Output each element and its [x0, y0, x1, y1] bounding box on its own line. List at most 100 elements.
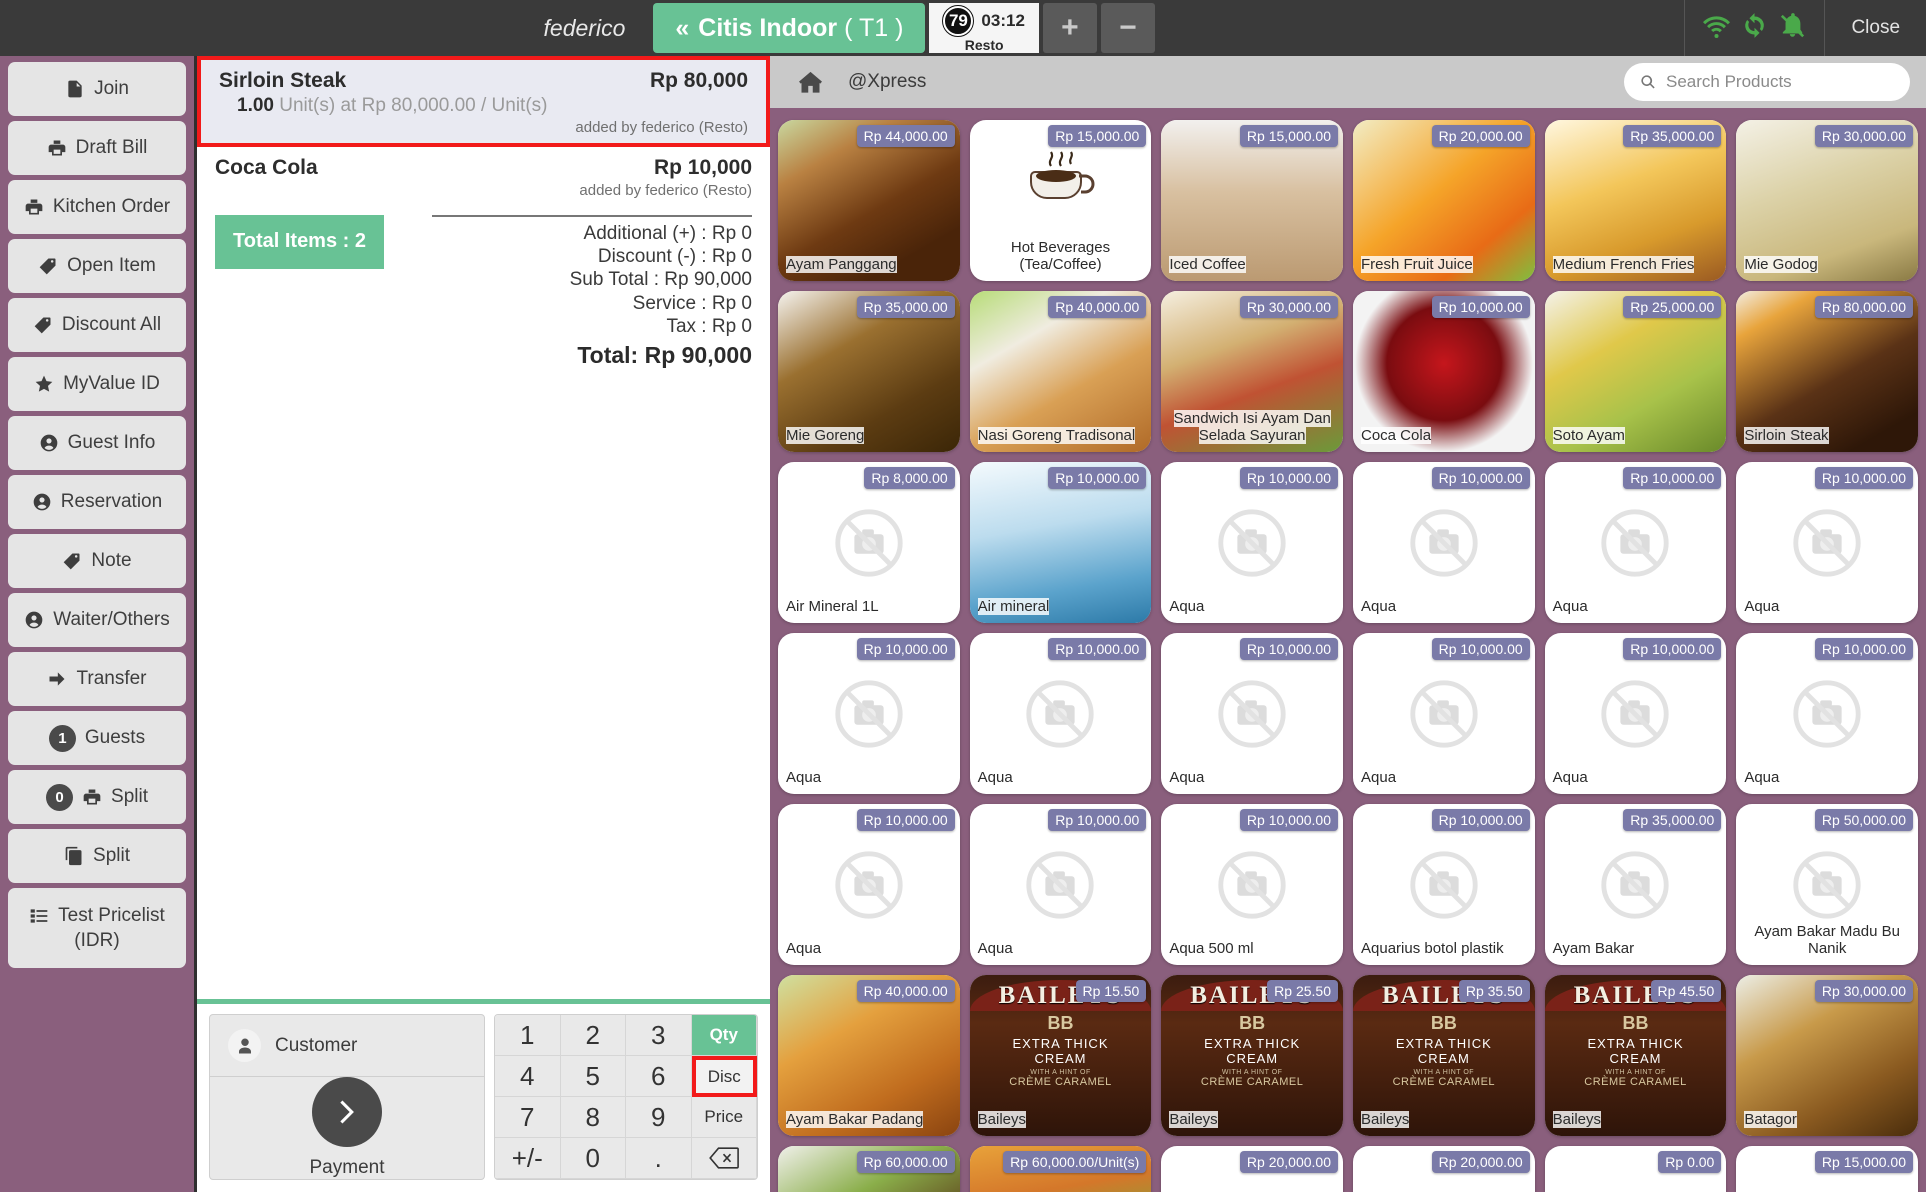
- key-1[interactable]: 1: [495, 1015, 561, 1056]
- product-tile[interactable]: Rp 15,000.00 Iced Coffee: [1161, 120, 1343, 281]
- product-tile[interactable]: Rp 10,000.00 Aqua: [1544, 633, 1727, 794]
- customer-button[interactable]: Customer: [210, 1015, 484, 1077]
- product-tile[interactable]: Rp 10,000.00 Aqua 500 ml: [1161, 804, 1343, 965]
- product-tile[interactable]: Rp 35,000.00 Medium French Fries: [1544, 120, 1727, 281]
- product-tile[interactable]: Rp 60,000.00/Unit(s): [969, 1146, 1152, 1192]
- bell-muted-icon[interactable]: [1779, 12, 1806, 44]
- payment-button[interactable]: Payment: [210, 1077, 484, 1179]
- order-line-item[interactable]: Coca Cola Rp 10,000 added by federico (R…: [197, 147, 770, 206]
- product-tile[interactable]: Rp 10,000.00 Aqua: [1353, 462, 1535, 623]
- remove-order-button[interactable]: −: [1100, 3, 1155, 53]
- key-8[interactable]: 8: [560, 1097, 626, 1138]
- sidebar-item-label: Join: [94, 78, 129, 99]
- breadcrumb[interactable]: @Xpress: [848, 71, 926, 93]
- product-price-badge: Rp 80,000.00: [1814, 296, 1913, 318]
- product-tile[interactable]: Rp 30,000.00 Mie Godog: [1736, 120, 1918, 281]
- product-tile[interactable]: Rp 10,000.00 Aqua: [1736, 462, 1918, 623]
- product-tile[interactable]: Rp 10,000.00 Aqua: [1544, 462, 1727, 623]
- product-price-badge: Rp 30,000.00: [1239, 296, 1338, 318]
- close-button[interactable]: Close: [1824, 0, 1926, 56]
- product-tile[interactable]: Rp 10,000.00 Aqua: [778, 804, 960, 965]
- summary-discount: Discount (-) : Rp 0: [597, 246, 752, 268]
- key-decimal[interactable]: .: [626, 1138, 692, 1179]
- product-tile[interactable]: Rp 50,000.00 Ayam Bakar Madu Bu Nanik: [1736, 804, 1918, 965]
- product-tile[interactable]: Rp 30,000.00 Batagor: [1736, 975, 1918, 1136]
- key-qty[interactable]: Qty: [691, 1015, 757, 1056]
- sync-icon[interactable]: [1741, 12, 1768, 44]
- sidebar-item-split[interactable]: Split: [8, 829, 186, 883]
- sidebar-item-draft-bill[interactable]: Draft Bill: [8, 121, 186, 175]
- key-7[interactable]: 7: [495, 1097, 561, 1138]
- product-tile[interactable]: Rp 20,000.00: [1161, 1146, 1343, 1192]
- product-tile[interactable]: Rp 80,000.00 Sirloin Steak: [1736, 291, 1918, 452]
- product-tile[interactable]: Rp 35,000.00 Ayam Bakar: [1544, 804, 1727, 965]
- key-disc[interactable]: Disc: [691, 1056, 757, 1097]
- sidebar-item-guests[interactable]: 1 Guests: [8, 711, 186, 765]
- product-tile[interactable]: Rp 10,000.00 Aquarius botol plastik: [1353, 804, 1535, 965]
- sidebar-item-bill[interactable]: 0 Split: [8, 770, 186, 824]
- sidebar-item-discount-all[interactable]: Discount All: [8, 298, 186, 352]
- product-tile[interactable]: Rp 8,000.00 Air Mineral 1L: [778, 462, 960, 623]
- wifi-icon[interactable]: [1703, 12, 1731, 44]
- key-plus-minus[interactable]: +/-: [495, 1138, 561, 1179]
- product-tile[interactable]: BAILEYS BB EXTRA THICK CREAM WITH A HINT OF C…: [1544, 975, 1727, 1136]
- key-4[interactable]: 4: [495, 1056, 561, 1097]
- product-tile[interactable]: Rp 60,000.00: [778, 1146, 960, 1192]
- product-tile[interactable]: Rp 20,000.00 Fresh Fruit Juice: [1353, 120, 1535, 281]
- order-panel: Sirloin Steak Rp 80,000 1.00 Unit(s) at …: [194, 56, 770, 1192]
- product-name-label: Aqua: [977, 940, 1013, 958]
- sidebar-item-reservation[interactable]: Reservation: [8, 475, 186, 529]
- no-image-icon: [1596, 675, 1674, 753]
- product-tile[interactable]: Rp 10,000.00 Aqua: [1736, 633, 1918, 794]
- product-tile[interactable]: Rp 10,000.00 Aqua: [778, 633, 960, 794]
- product-tile[interactable]: Rp 10,000.00 Aqua: [1161, 633, 1343, 794]
- product-tile[interactable]: Rp 10,000.00 Aqua: [969, 804, 1152, 965]
- product-tile[interactable]: BAILEYS BB EXTRA THICK CREAM WITH A HINT OF C…: [1353, 975, 1535, 1136]
- product-tile[interactable]: BAILEYS BB EXTRA THICK CREAM WITH A HINT OF C…: [969, 975, 1152, 1136]
- add-order-button[interactable]: +: [1042, 3, 1097, 53]
- product-name-label: Hot Beverages (Tea/Coffee): [1010, 239, 1111, 274]
- key-3[interactable]: 3: [626, 1015, 692, 1056]
- key-5[interactable]: 5: [560, 1056, 626, 1097]
- product-tile[interactable]: Rp 15,000.00: [1736, 1146, 1918, 1192]
- search-placeholder: Search Products: [1666, 72, 1792, 91]
- sidebar-item-myvalue-id[interactable]: MyValue ID: [8, 357, 186, 411]
- key-backspace[interactable]: [691, 1138, 757, 1179]
- sidebar-item-note[interactable]: Note: [8, 534, 186, 588]
- product-tile[interactable]: Rp 10,000.00 Air mineral: [969, 462, 1152, 623]
- key-0[interactable]: 0: [560, 1138, 626, 1179]
- sidebar-item-kitchen-order[interactable]: Kitchen Order: [8, 180, 186, 234]
- product-tile[interactable]: Rp 25,000.00 Soto Ayam: [1544, 291, 1727, 452]
- product-tile[interactable]: BAILEYS BB EXTRA THICK CREAM WITH A HINT OF C…: [1161, 975, 1343, 1136]
- search-input[interactable]: Search Products: [1624, 63, 1910, 101]
- product-tile[interactable]: Rp 20,000.00: [1353, 1146, 1535, 1192]
- key-6[interactable]: 6: [626, 1056, 692, 1097]
- product-tile[interactable]: Rp 35,000.00 Mie Goreng: [778, 291, 960, 452]
- sidebar-item-label: Note: [91, 550, 132, 571]
- key-2[interactable]: 2: [560, 1015, 626, 1056]
- product-tile[interactable]: Rp 15,000.00 Hot Beverages (Tea/Coffee): [969, 120, 1152, 281]
- table-selector-button[interactable]: « Citis Indoor ( T1 ): [653, 3, 926, 53]
- no-image-icon: [1788, 846, 1866, 924]
- key-price[interactable]: Price: [691, 1097, 757, 1138]
- order-line-item-selected[interactable]: Sirloin Steak Rp 80,000 1.00 Unit(s) at …: [197, 56, 770, 147]
- key-9[interactable]: 9: [626, 1097, 692, 1138]
- home-button[interactable]: [786, 69, 834, 96]
- product-tile[interactable]: Rp 44,000.00 Ayam Panggang: [778, 120, 960, 281]
- sidebar-item-waiter-others[interactable]: Waiter/Others: [8, 593, 186, 647]
- product-tile[interactable]: Rp 10,000.00 Coca Cola: [1353, 291, 1535, 452]
- product-tile[interactable]: Rp 10,000.00 Aqua: [969, 633, 1152, 794]
- product-tile[interactable]: Rp 10,000.00 Aqua: [1353, 633, 1535, 794]
- product-name-label: Aqua: [977, 769, 1013, 787]
- order-timer-card[interactable]: 79 03:12 Resto: [929, 3, 1039, 53]
- product-tile[interactable]: Rp 40,000.00 Nasi Goreng Tradisonal: [969, 291, 1152, 452]
- sidebar-item-pricelist[interactable]: Test Pricelist (IDR): [8, 888, 186, 968]
- sidebar-item-join[interactable]: Join: [8, 62, 186, 116]
- sidebar-item-transfer[interactable]: Transfer: [8, 652, 186, 706]
- sidebar-item-open-item[interactable]: Open Item: [8, 239, 186, 293]
- product-tile[interactable]: Rp 0.00: [1544, 1146, 1727, 1192]
- product-tile[interactable]: Rp 30,000.00 Sandwich Isi Ayam Dan Selada…: [1161, 291, 1343, 452]
- sidebar-item-guest-info[interactable]: Guest Info: [8, 416, 186, 470]
- product-tile[interactable]: Rp 10,000.00 Aqua: [1161, 462, 1343, 623]
- product-tile[interactable]: Rp 40,000.00 Ayam Bakar Padang: [778, 975, 960, 1136]
